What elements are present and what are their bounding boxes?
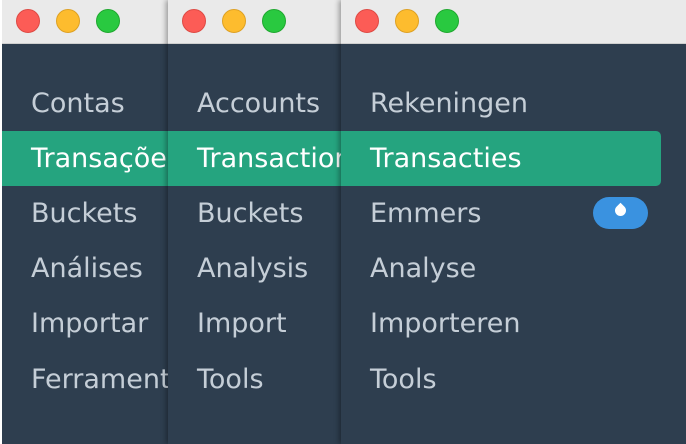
sidebar-item-tools[interactable]: Tools xyxy=(341,352,686,407)
title-bar xyxy=(2,0,192,44)
close-button[interactable] xyxy=(182,9,206,33)
minimize-button[interactable] xyxy=(395,9,419,33)
sidebar-item-label: Emmers xyxy=(370,198,482,229)
zoom-button[interactable] xyxy=(96,9,120,33)
sidebar-item-import[interactable]: Import xyxy=(168,296,368,351)
sidebar-item-transactions[interactable]: Transacties xyxy=(341,131,661,186)
sidebar-item-transactions[interactable]: Transações xyxy=(2,131,192,186)
sidebar-item-accounts[interactable]: Accounts xyxy=(168,76,368,131)
zoom-button[interactable] xyxy=(435,9,459,33)
sidebar-item-accounts[interactable]: Rekeningen xyxy=(341,76,686,131)
window-english: Accounts Transactions Buckets Analysis I… xyxy=(168,0,368,444)
sidebar-item-import[interactable]: Importeren xyxy=(341,296,686,351)
bucket-badge xyxy=(593,197,648,229)
sidebar-item-analysis[interactable]: Analysis xyxy=(168,241,368,296)
sidebar-item-buckets[interactable]: Emmers xyxy=(341,186,686,241)
zoom-button[interactable] xyxy=(262,9,286,33)
close-button[interactable] xyxy=(355,9,379,33)
title-bar xyxy=(168,0,368,44)
minimize-button[interactable] xyxy=(56,9,80,33)
sidebar-item-buckets[interactable]: Buckets xyxy=(2,186,192,241)
sidebar-item-accounts[interactable]: Contas xyxy=(2,76,192,131)
window-dutch: Rekeningen Transacties Emmers Analyse Im… xyxy=(341,0,686,444)
sidebar-item-tools[interactable]: Ferramentas xyxy=(2,352,192,407)
sidebar-item-tools[interactable]: Tools xyxy=(168,352,368,407)
sidebar-item-buckets[interactable]: Buckets xyxy=(168,186,368,241)
sidebar-item-analysis[interactable]: Analyse xyxy=(341,241,686,296)
title-bar xyxy=(341,0,686,44)
minimize-button[interactable] xyxy=(222,9,246,33)
water-drop-icon xyxy=(612,202,629,219)
sidebar-item-import[interactable]: Importar xyxy=(2,296,192,351)
sidebar-item-transactions[interactable]: Transactions xyxy=(168,131,368,186)
close-button[interactable] xyxy=(16,9,40,33)
window-portuguese: Contas Transações Buckets Análises Impor… xyxy=(2,0,192,444)
sidebar-item-analysis[interactable]: Análises xyxy=(2,241,192,296)
